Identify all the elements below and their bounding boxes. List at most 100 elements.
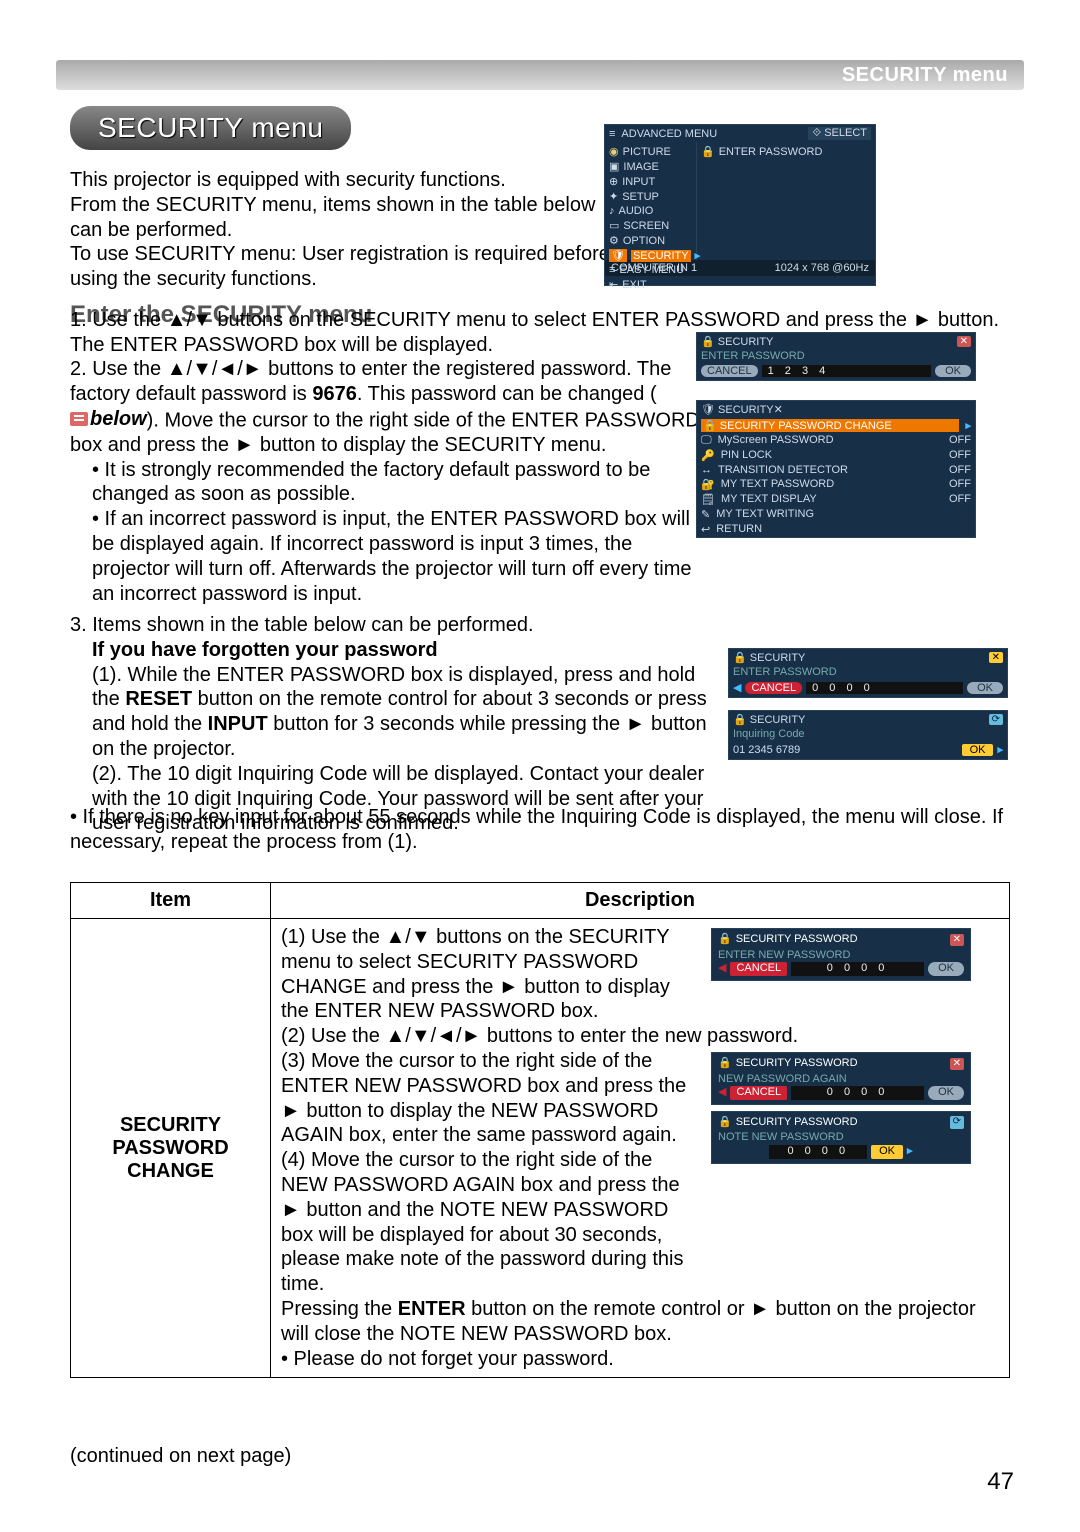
desc-step1: (1) Use the ▲/▼ buttons on the SECURITY … [281,925,701,1024]
password-digits[interactable]: 1 2 3 4 [762,365,931,377]
intro-line: From the SECURITY menu, items shown in t… [70,193,610,243]
osd-resolution: 1024 x 768 @60Hz [775,262,869,274]
ok-button[interactable]: OK [928,962,964,976]
enter-btn-ref: ENTER [398,1298,466,1320]
submenu-item[interactable]: MY TEXT PASSWORD [721,478,943,491]
osd-source: COMPUTER IN 1 [611,262,697,274]
menu-item[interactable]: IMAGE [623,161,658,173]
ok-button[interactable]: OK [967,682,1003,694]
default-password: 9676 [312,383,357,405]
submenu-item[interactable]: MY TEXT DISPLAY [721,493,943,506]
menu-item[interactable]: SETUP [622,191,659,203]
page-title: SECURITY menu [70,106,351,150]
close-icon[interactable]: ⟳ [950,1116,964,1128]
submenu-value: OFF [949,464,971,476]
crossref: below [70,407,147,432]
ok-button[interactable]: OK [962,744,994,756]
step2-block: 2. Use the ▲/▼/◄/► buttons to enter the … [70,357,700,606]
osd-subtitle: ENTER PASSWORD [697,350,975,362]
osd-enter-new-password: 🔒SECURITY PASSWORD✕ ENTER NEW PASSWORD ◀… [711,928,971,981]
osd-note-new-password: 🔒SECURITY PASSWORD⟳ NOTE NEW PASSWORD 0 … [711,1111,971,1164]
osd-title: SECURITY [718,404,774,416]
col-header-desc: Description [271,883,1010,919]
page-number: 47 [987,1468,1014,1496]
forgot-1: (1). While the ENTER PASSWORD box is dis… [70,663,710,762]
ok-button[interactable]: OK [928,1086,964,1100]
header-bar: SECURITY menu [56,60,1024,90]
crossref-text: below [90,408,147,430]
s2d: ). Move the cursor to the right side of … [70,409,700,456]
lock-icon: 🔒 [703,420,717,432]
osd-advanced-menu: ≡ ADVANCED MENU ⟐ SELECT ◉PICTURE ▣IMAGE… [604,124,876,286]
submenu-item[interactable]: SECURITY PASSWORD CHANGE [720,420,892,432]
submenu-item[interactable]: PIN LOCK [721,449,943,462]
desc-step4: (4) Move the cursor to the right side of… [281,1148,701,1297]
cancel-button[interactable]: CANCEL [730,1086,787,1100]
submenu-value: OFF [949,478,971,491]
book-icon [70,412,88,426]
bullet-incorrect: • If an incorrect password is input, the… [70,507,700,606]
forgot-figures: 🔒 SECURITY ✕ ENTER PASSWORD ◀ CANCEL 0 0 … [728,648,1008,760]
osd-title: ADVANCED MENU [621,128,717,140]
text-display-icon: 🗒 [701,493,715,506]
cancel-button[interactable]: CANCEL [745,682,802,694]
close-icon[interactable]: ✕ [950,1058,964,1070]
close-icon[interactable]: ✕ [950,934,964,946]
lock-icon: 🔒 [733,713,747,726]
password-digits[interactable]: 0 0 0 0 [791,1086,924,1100]
osd-left-list: ◉PICTURE ▣IMAGE ⊕INPUT ✦SETUP ♪AUDIO ▭SC… [605,142,697,260]
menu-item[interactable]: EXIT [622,279,646,291]
submenu-value: OFF [949,449,971,462]
osd-title: SECURITY [750,714,806,726]
close-icon[interactable]: ✕ [774,403,783,416]
submenu-item[interactable]: TRANSITION DETECTOR [718,464,943,476]
inquiring-code: 01 2345 6789 [733,744,958,756]
text-lock-icon: 🔐 [701,478,715,491]
left-arrow-icon: ◀ [733,681,741,694]
password-digits[interactable]: 0 0 0 0 [806,682,963,694]
menu-item-security[interactable]: SECURITY [631,250,691,262]
submenu-item[interactable]: MyScreen PASSWORD [718,434,943,447]
left-arrow-icon: ◀ [718,1086,726,1100]
lock-icon: 🔒 [718,1116,732,1130]
security-table: Item Description SECURITY PASSWORD CHANG… [70,882,1010,1378]
close-icon[interactable]: ✕ [957,336,971,347]
osd-footer: COMPUTER IN 1 1024 x 768 @60Hz [605,260,875,276]
osd-security-submenu: 🛡 SECURITY✕ 🔒 SECURITY PASSWORD CHANGE▸ … [696,400,976,538]
return-item[interactable]: RETURN [716,523,762,536]
desc-step2: (2) Use the ▲/▼/◄/► buttons to enter the… [281,1024,999,1049]
close-icon[interactable]: ⟳ [989,714,1003,725]
enter-password-item[interactable]: ENTER PASSWORD [719,146,823,158]
close-icon[interactable]: ✕ [989,652,1003,663]
right-arrow-icon: ▸ [997,743,1003,756]
intro-line: This projector is equipped with security… [70,168,610,193]
submenu-value: OFF [949,434,971,447]
menu-icon: ≡ [609,128,615,140]
osd-subtitle: Inquiring Code [729,728,1007,740]
lock-icon: 🔒 [718,1057,732,1071]
menu-item[interactable]: OPTION [623,235,665,247]
osd-inquiring-code: 🔒 SECURITY⟳ Inquiring Code 01 2345 6789 … [728,710,1008,760]
lock-icon: 🔒 [701,335,715,348]
intro-line: To use SECURITY menu: User registration … [70,242,610,292]
cancel-button[interactable]: CANCEL [730,962,787,976]
continued-note: (continued on next page) [70,1445,291,1468]
menu-item[interactable]: AUDIO [619,205,654,217]
text-write-icon: ✎ [701,508,710,521]
cancel-button[interactable]: CANCEL [701,365,758,377]
select-label: ⟐ SELECT [808,127,871,140]
menu-item[interactable]: SCREEN [623,220,669,232]
menu-item[interactable]: PICTURE [623,146,671,158]
transition-icon: ↔ [701,464,712,476]
osd-title: SECURITY [750,652,806,664]
osd-subtitle: ENTER PASSWORD [729,666,1007,678]
ok-button[interactable]: OK [871,1145,903,1159]
password-digits[interactable]: 0 0 0 0 [791,962,924,976]
reset-btn-ref: RESET [125,688,192,710]
ok-button[interactable]: OK [935,365,971,377]
menu-item[interactable]: INPUT [622,176,655,188]
submenu-item[interactable]: MY TEXT WRITING [716,508,971,521]
password-digits: 0 0 0 0 [769,1145,867,1159]
osd-titlebar: ≡ ADVANCED MENU ⟐ SELECT [605,125,875,142]
breadcrumb: SECURITY menu [842,64,1008,87]
